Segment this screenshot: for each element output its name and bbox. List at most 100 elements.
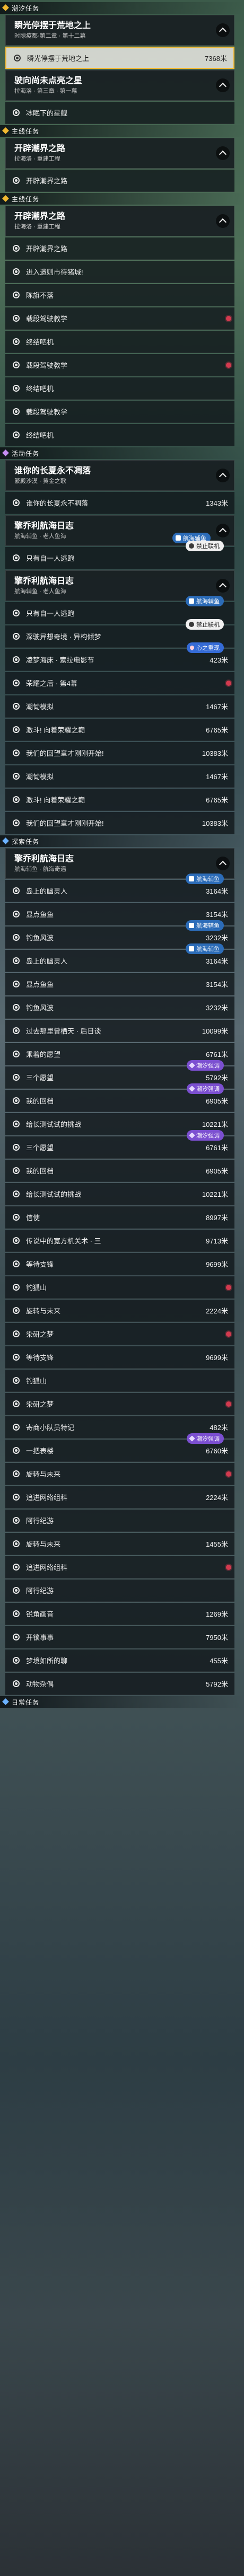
quest-item[interactable]: 谁你的长夏永不凋落 1343米 [5,492,234,514]
chevron-up-icon[interactable] [216,579,230,593]
radio-icon[interactable] [13,819,20,826]
radio-icon[interactable] [13,981,20,987]
radio-icon[interactable] [13,1354,20,1361]
radio-icon[interactable] [13,1517,20,1524]
quest-item[interactable]: 阿行纪游 [5,1580,234,1602]
radio-icon[interactable] [13,1074,20,1081]
radio-icon[interactable] [13,1494,20,1501]
radio-icon[interactable] [13,1004,20,1011]
quest-item[interactable]: 阿行纪游 [5,1510,234,1532]
radio-icon[interactable] [13,1400,20,1407]
quest-item[interactable]: 过去那里曾栖天 · 后日谈 10099米 [5,1020,234,1042]
radio-icon[interactable] [13,361,20,368]
quest-item[interactable]: 载段驾驶教学 [5,401,234,423]
radio-icon[interactable] [13,1330,20,1337]
radio-icon[interactable] [13,1097,20,1104]
radio-icon[interactable] [13,499,20,506]
quest-item[interactable]: 陈旗不落 [5,284,234,306]
radio-icon[interactable] [13,1680,20,1687]
radio-icon[interactable] [13,554,20,561]
quest-item[interactable]: 潮恸模拟 1467米 [5,765,234,788]
quest-item[interactable]: 锐角画音 1269米 [5,1603,234,1625]
quest-item[interactable]: 旋转与未来 1455米 [5,1533,234,1555]
radio-icon[interactable] [13,1587,20,1594]
quest-item[interactable]: 岛上的幽灵人 3164米 航海辅鱼 [5,943,234,972]
radio-icon[interactable] [13,1470,20,1477]
quest-item[interactable]: 激斗! 向着荣耀之巅 6765米 [5,719,234,741]
quest-group-header[interactable]: 开辟潮界之路 拉海洛 · 重建工程 [5,206,234,236]
radio-icon[interactable] [13,1144,20,1151]
quest-item[interactable]: 凌梦海床 · 索拉电影节 423米 心之重现 [5,642,234,671]
chevron-up-icon[interactable] [216,23,230,37]
radio-icon[interactable] [13,1237,20,1244]
chevron-up-icon[interactable] [216,857,230,870]
radio-icon[interactable] [13,1027,20,1034]
quest-item[interactable]: 只有自一人逃跑 禁止联机 [5,541,234,569]
quest-item[interactable]: 钓狐山 [5,1276,234,1299]
radio-icon[interactable] [13,773,20,780]
radio-icon[interactable] [13,656,20,663]
quest-item[interactable]: 传说中的宽方机关术 · 三 9713米 [5,1230,234,1252]
radio-icon[interactable] [13,796,20,803]
chevron-up-icon[interactable] [216,78,230,92]
radio-icon[interactable] [13,1260,20,1267]
radio-icon[interactable] [13,408,20,415]
radio-icon[interactable] [13,1377,20,1384]
quest-item[interactable]: 开辟潮界之路 [5,170,234,192]
quest-item[interactable]: 激斗! 向着荣耀之巅 6765米 [5,789,234,811]
radio-icon[interactable] [13,887,20,894]
radio-icon[interactable] [13,109,20,116]
quest-item[interactable]: 梦境如所的聊 455米 [5,1649,234,1672]
quest-item[interactable]: 染研之梦 [5,1323,234,1345]
radio-icon[interactable] [13,1167,20,1174]
quest-item[interactable]: 冰眠下的星舰 [5,102,234,124]
quest-item[interactable]: 旋转与未来 [5,1463,234,1485]
radio-icon[interactable] [13,1121,20,1127]
quest-item[interactable]: 开锁事事 7950米 [5,1626,234,1648]
quest-item[interactable]: 终结吧机 [5,424,234,446]
quest-item[interactable]: 我们的回望章才刚刚开始! 10383米 [5,742,234,764]
radio-icon[interactable] [13,1447,20,1454]
quest-item[interactable]: 旋转与未来 2224米 [5,1300,234,1322]
radio-icon[interactable] [13,1657,20,1664]
quest-group-header[interactable]: 瞬光停摆于荒地之上 时隙疫都·第二章 · 第十二幕 [5,15,234,46]
radio-icon[interactable] [13,703,20,710]
quest-group-header[interactable]: 谁你的长夏永不凋落 繁殿沙漠 · 黄金之歌 [5,460,234,491]
radio-icon[interactable] [13,610,20,616]
radio-icon[interactable] [13,292,20,298]
radio-icon[interactable] [13,1190,20,1197]
radio-icon[interactable] [13,957,20,964]
quest-item[interactable]: 给长测试试的挑战 10221米 [5,1183,234,1205]
radio-icon[interactable] [13,1540,20,1547]
quest-item[interactable]: 终结吧机 [5,331,234,353]
quest-item[interactable]: 追进网络组科 [5,1556,234,1578]
radio-icon[interactable] [13,911,20,918]
radio-icon[interactable] [13,934,20,941]
quest-item[interactable]: 钓鱼风波 3232米 [5,996,234,1019]
quest-item[interactable]: 进入遗则市待猪城! [5,261,234,283]
quest-item[interactable]: 载段驾驶教学 [5,307,234,330]
chevron-up-icon[interactable] [216,469,230,482]
quest-item[interactable]: 开辟潮界之路 [5,237,234,260]
quest-item[interactable]: 我的回档 6905米 [5,1160,234,1182]
radio-icon[interactable] [13,1284,20,1291]
quest-item[interactable]: 瞬光停摆于荒地之上 7368米 [5,47,234,69]
quest-group-header[interactable]: 驶向尚未点亮之星 拉海洛 · 第三章 · 第一幕 [5,70,234,101]
radio-icon[interactable] [13,680,20,686]
quest-item[interactable]: 岛上的幽灵人 3164米 航海辅鱼 [5,874,234,902]
quest-item[interactable]: 追进网络组科 2224米 [5,1486,234,1508]
quest-group-header[interactable]: 开辟潮界之路 拉海洛 · 重建工程 [5,138,234,169]
radio-icon[interactable] [13,1610,20,1617]
radio-icon[interactable] [13,1051,20,1057]
radio-icon[interactable] [13,1214,20,1221]
quest-item[interactable]: 荣耀之后 · 第4幕 [5,672,234,694]
quest-item[interactable]: 钓狐山 [5,1370,234,1392]
radio-icon[interactable] [13,1307,20,1314]
quest-item[interactable]: 潮恸模拟 1467米 [5,695,234,718]
quest-item[interactable]: 信使 8997米 [5,1206,234,1229]
quest-item[interactable]: 等待支锋 9699米 [5,1346,234,1369]
radio-icon[interactable] [13,315,20,322]
quest-item[interactable]: 显点鱼鱼 3154米 [5,973,234,995]
quest-item[interactable]: 染研之梦 [5,1393,234,1415]
quest-item[interactable]: 我们的回望章才刚刚开始! 10383米 [5,812,234,834]
